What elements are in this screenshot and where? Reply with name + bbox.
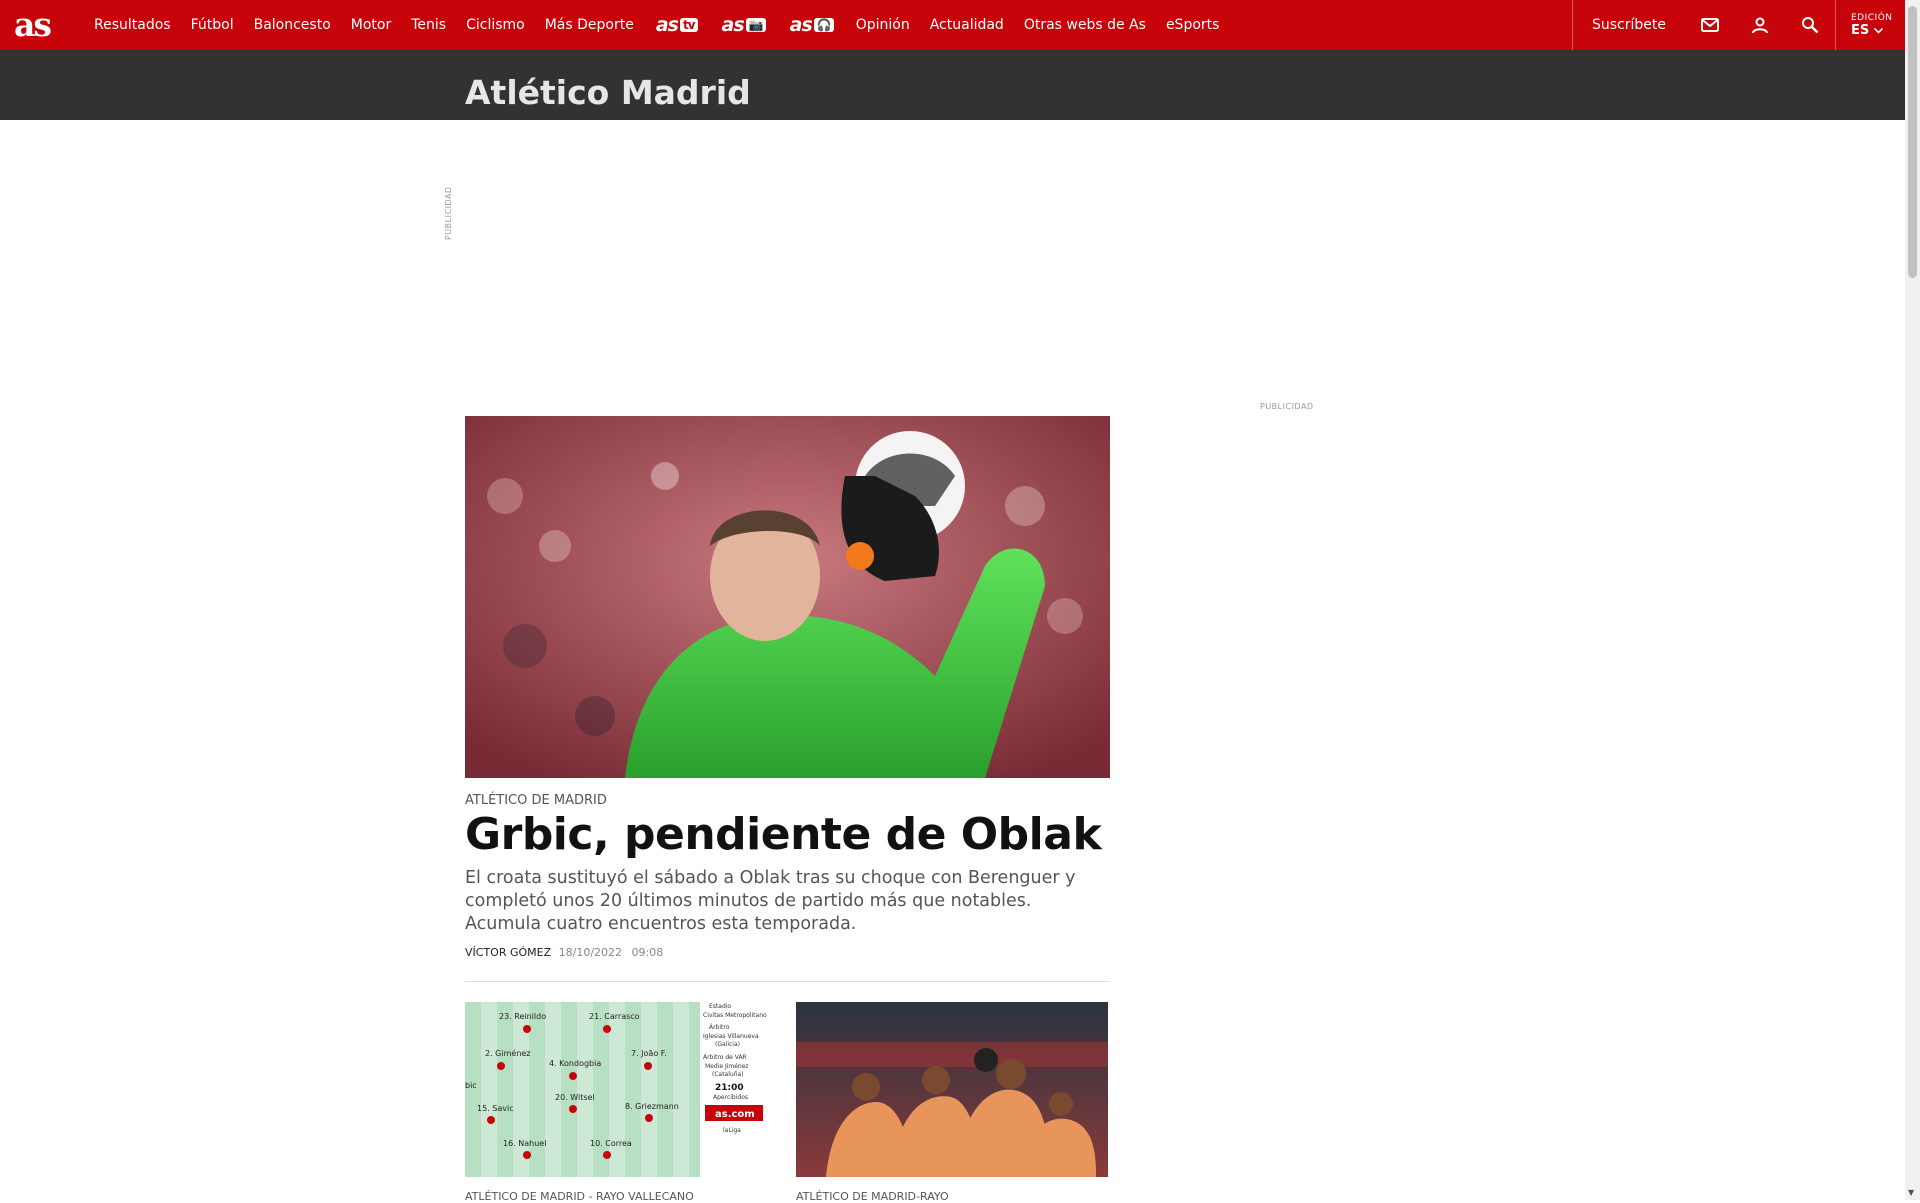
subscribe-button[interactable]: Suscríbete [1572, 0, 1685, 50]
lineup-player-1: 23. Reinildo [499, 1012, 546, 1021]
chevron-down-icon [1873, 27, 1883, 34]
main-nav: Resultados Fútbol Baloncesto Motor Tenis… [84, 0, 1229, 50]
as-logo[interactable]: as [14, 8, 52, 42]
nav-item-futbol[interactable]: Fútbol [191, 17, 234, 33]
top-navigation-bar: as Resultados Fútbol Baloncesto Motor Te… [0, 0, 1905, 50]
lineup-info-9: 21:00 [715, 1083, 744, 1093]
page-scrollbar[interactable]: ▼ [1905, 0, 1920, 1200]
lineup-info-6: Árbitro de VAR [703, 1054, 747, 1061]
ad-label-right: PUBLICIDAD [1260, 402, 1314, 411]
lineup-player-8: 8. Griezmann [625, 1102, 679, 1111]
scrollbar-thumb[interactable] [1908, 6, 1917, 278]
nav-item-tenis[interactable]: Tenis [411, 17, 446, 33]
lineup-card-image[interactable]: 23. Reinildo 21. Carrasco 2. Giménez 4. … [465, 1002, 777, 1177]
lineup-info-5: (Galicia) [715, 1041, 740, 1048]
top-right-controls: Suscríbete EDICIÓN ES [1572, 0, 1905, 50]
nav-item-motor[interactable]: Motor [351, 17, 391, 33]
celebration-card-image[interactable] [796, 1002, 1108, 1177]
as-audio-logo-text: as [789, 14, 813, 36]
camera-icon: 📷 [745, 18, 766, 32]
search-icon [1802, 17, 1819, 34]
mail-icon [1701, 18, 1719, 32]
article-summary: El croata sustituyó el sábado a Oblak tr… [465, 868, 1076, 934]
goalkeeper-photo [465, 416, 1110, 778]
card-kicker-2[interactable]: ATLÉTICO DE MADRID-RAYO [796, 1190, 949, 1203]
section-header-bar [0, 50, 1905, 120]
lineup-player-4: 4. Kondogbia [549, 1059, 601, 1068]
nav-item-actualidad[interactable]: Actualidad [930, 17, 1004, 33]
as-audio-logo[interactable]: as 🎧 [790, 14, 834, 36]
divider [465, 981, 1110, 982]
author-name[interactable]: VÍCTOR GÓMEZ [465, 946, 551, 959]
celebration-photo [796, 1002, 1108, 1177]
lineup-info-12: laLiga [723, 1127, 741, 1134]
as-tv-logo[interactable]: as tv [656, 14, 698, 36]
lineup-info-7: Medie Jiménez [705, 1063, 749, 1070]
as-photo-logo-text: as [721, 14, 745, 36]
as-tv-logo-text: as [655, 14, 679, 36]
nav-item-esports[interactable]: eSports [1166, 17, 1220, 33]
lineup-info-4: Iglesias Villanueva [703, 1033, 759, 1040]
lineup-player-6: 20. Witsel [555, 1093, 595, 1102]
as-photo-logo[interactable]: as 📷 [722, 14, 766, 36]
tv-badge: tv [679, 18, 698, 32]
search-button[interactable] [1785, 0, 1835, 50]
card-kicker-1[interactable]: ATLÉTICO DE MADRID - RAYO VALLECANO [465, 1190, 694, 1203]
lineup-player-11: bic [465, 1081, 477, 1090]
article-headline[interactable]: Grbic, pendiente de Oblak [465, 808, 1102, 862]
lineup-player-2: 21. Carrasco [589, 1012, 640, 1021]
lineup-player-7: 15. Savic [477, 1104, 514, 1113]
lineup-player-10: 10. Correa [590, 1139, 632, 1148]
main-article-image[interactable] [465, 416, 1110, 778]
audio-icon: 🎧 [813, 18, 834, 32]
lineup-info-1: Estadio [709, 1003, 731, 1010]
lineup-player-5: 7. João F. [631, 1049, 667, 1058]
nav-item-mas-deporte[interactable]: Más Deporte [545, 17, 634, 33]
lineup-info-11: as.com [715, 1109, 755, 1120]
article-byline: VÍCTOR GÓMEZ 18/10/2022 09:08 [465, 946, 663, 959]
lineup-info-8: (Cataluña) [712, 1071, 744, 1078]
lineup-info-10: Apercibidos [713, 1094, 748, 1101]
lineup-player-3: 2. Giménez [485, 1048, 531, 1058]
nav-item-resultados[interactable]: Resultados [94, 17, 171, 33]
lineup-player-9: 16. Nahuel [503, 1139, 546, 1148]
ad-label-top: PUBLICIDAD [444, 186, 453, 240]
publish-date: 18/10/2022 [558, 946, 623, 959]
nav-item-ciclismo[interactable]: Ciclismo [466, 17, 525, 33]
article-kicker[interactable]: ATLÉTICO DE MADRID [465, 793, 607, 808]
nav-item-opinion[interactable]: Opinión [856, 17, 910, 33]
edition-value: ES [1851, 23, 1905, 38]
lineup-info-2: Civitas Metropolitano [703, 1012, 767, 1019]
edition-selector[interactable]: EDICIÓN ES [1835, 0, 1905, 50]
newsletter-button[interactable] [1685, 0, 1735, 50]
publish-time: 09:08 [631, 946, 664, 959]
section-title[interactable]: Atlético Madrid [465, 70, 751, 116]
lineup-info-3: Árbitro [709, 1024, 730, 1031]
scroll-down-arrow-icon[interactable]: ▼ [1908, 1188, 1914, 1197]
nav-item-otras-webs[interactable]: Otras webs de As [1024, 17, 1146, 33]
nav-item-baloncesto[interactable]: Baloncesto [254, 17, 331, 33]
edition-label: EDICIÓN [1851, 12, 1893, 23]
edition-code: ES [1851, 22, 1870, 38]
user-icon [1752, 17, 1768, 34]
lineup-graphic: 23. Reinildo 21. Carrasco 2. Giménez 4. … [465, 1002, 777, 1177]
account-button[interactable] [1735, 0, 1785, 50]
